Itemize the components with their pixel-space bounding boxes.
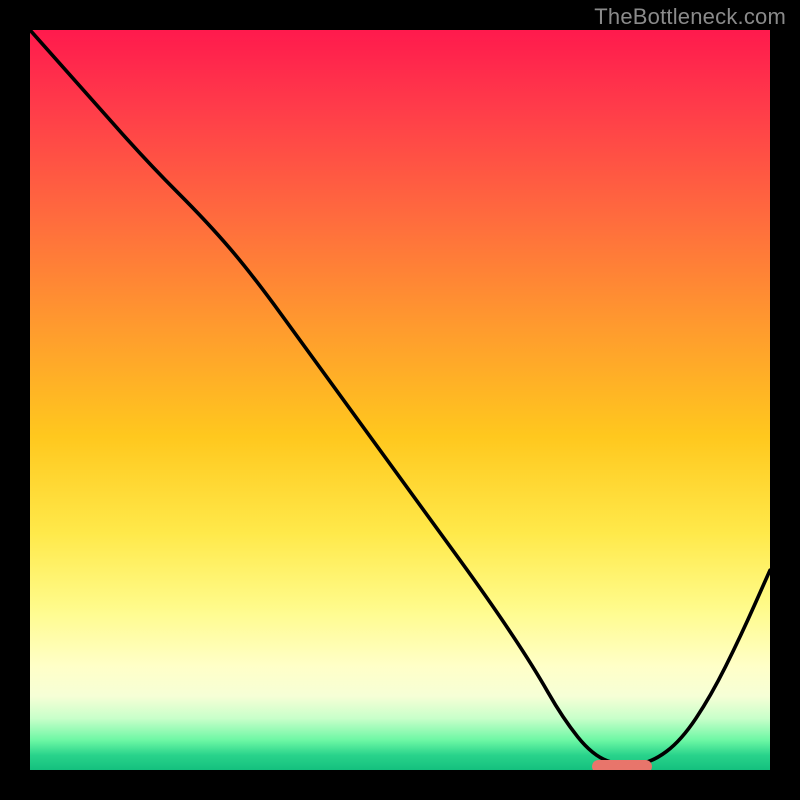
chart-frame: TheBottleneck.com [0,0,800,800]
bottleneck-curve-path [30,30,770,765]
watermark-text: TheBottleneck.com [594,4,786,30]
plot-area [30,30,770,770]
minimum-marker [592,760,651,770]
curve-svg [30,30,770,770]
